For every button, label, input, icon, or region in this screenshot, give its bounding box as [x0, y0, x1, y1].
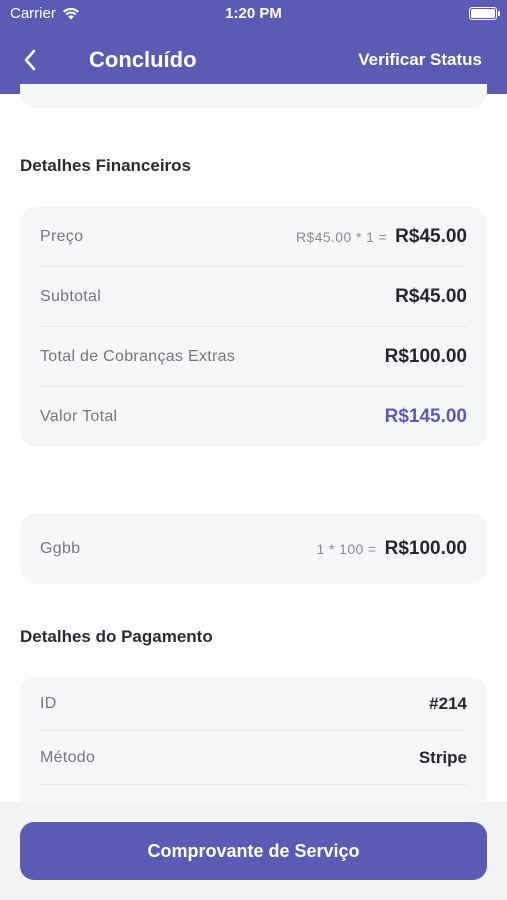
payment-method-value: Stripe: [418, 747, 467, 767]
financial-section-title: Detalhes Financeiros: [20, 156, 192, 175]
price-row: Preço R$45.00 * 1 = R$45.00: [40, 207, 467, 267]
price-value: R$45.00: [395, 225, 467, 247]
service-receipt-button[interactable]: Comprovante de Serviço: [20, 822, 487, 880]
nav-bar: Concluído Verificar Status: [0, 40, 507, 80]
chevron-left-icon: [24, 49, 36, 71]
extra-charge-calculation: 1 * 100 =: [316, 541, 377, 557]
status-bar: Carrier 1:20 PM: [0, 0, 507, 28]
subtotal-value: R$45.00: [395, 285, 467, 307]
battery-icon: [469, 7, 500, 20]
subtotal-label: Subtotal: [40, 287, 102, 305]
extra-charges-value: R$100.00: [384, 345, 467, 367]
back-button[interactable]: [16, 46, 44, 74]
total-label: Valor Total: [40, 408, 118, 425]
payment-id-row: ID #214: [40, 677, 467, 731]
payment-method-row: Método Stripe: [40, 731, 467, 785]
extra-charges-row: Total de Cobranças Extras R$100.00: [40, 327, 467, 387]
subtotal-row: Subtotal R$45.00: [40, 267, 467, 327]
clock: 1:20 PM: [225, 5, 282, 22]
extra-charges-label: Total de Cobranças Extras: [40, 347, 236, 365]
extra-charge-value: R$100.00: [384, 538, 467, 559]
app-header: Carrier 1:20 PM Concluído Verificar Stat…: [0, 0, 507, 94]
price-calculation: R$45.00 * 1 =: [295, 228, 388, 245]
extra-charge-row: Ggbb 1 * 100 = R$100.00: [40, 514, 467, 584]
previous-card-fragment: [20, 84, 487, 108]
price-label: Preço: [40, 227, 84, 245]
verify-status-button[interactable]: Verificar Status: [358, 50, 482, 70]
extra-charge-label: Ggbb: [40, 540, 81, 557]
extra-charge-card: Ggbb 1 * 100 = R$100.00: [20, 513, 487, 584]
total-value: R$145.00: [384, 406, 467, 427]
payment-section-title: Detalhes do Pagamento: [20, 627, 213, 646]
payment-card: ID #214 Método Stripe: [20, 677, 487, 817]
payment-id-value: #214: [429, 693, 467, 713]
total-row: Valor Total R$145.00: [40, 387, 467, 447]
financial-card: Preço R$45.00 * 1 = R$45.00 Subtotal R$4…: [20, 207, 487, 447]
payment-id-label: ID: [40, 694, 57, 712]
page-title: Concluído: [89, 47, 197, 72]
payment-method-label: Método: [40, 748, 96, 766]
